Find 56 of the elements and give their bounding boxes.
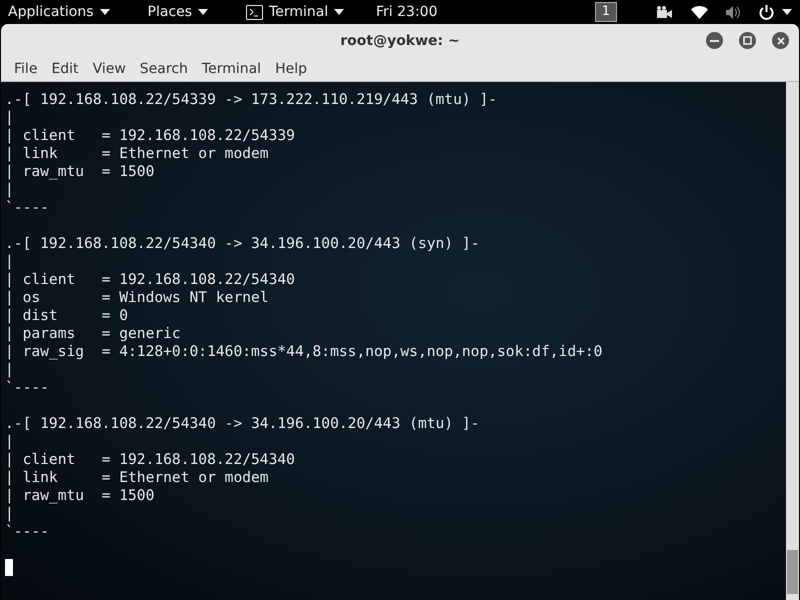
text-cursor (5, 559, 13, 576)
terminal-line: | raw_mtu = 1500 (5, 487, 156, 505)
terminal-line: | client = 192.168.108.22/54340 (5, 271, 296, 289)
menu-item[interactable]: View (88, 59, 131, 80)
minimize-button[interactable] (706, 32, 723, 49)
top-bar-menu[interactable]: Places (148, 2, 208, 22)
close-button[interactable] (772, 32, 789, 49)
menu-item[interactable]: File (9, 59, 42, 80)
terminal-line: | (5, 433, 15, 451)
terminal-line: | (5, 109, 15, 127)
terminal-line: | (5, 253, 15, 271)
maximize-button[interactable] (739, 32, 756, 49)
terminal-line: | dist = 0 (5, 307, 130, 325)
menu-item[interactable]: Terminal (196, 59, 266, 80)
caret-icon (100, 9, 110, 15)
terminal-line: | raw_mtu = 1500 (5, 163, 156, 181)
clock[interactable]: Fri 23:00 (376, 2, 438, 22)
close-icon (776, 36, 784, 44)
terminal-line: | os = Windows NT kernel (5, 289, 270, 307)
terminal-line: | link = Ethernet or modem (5, 469, 270, 487)
caret-icon (334, 9, 344, 15)
workspace-indicator[interactable]: 1 (594, 2, 617, 22)
minimize-icon (710, 40, 719, 42)
camera-icon (657, 6, 673, 18)
menu-item[interactable]: Search (134, 59, 193, 80)
terminal-line: | raw_sig = 4:128+0:0:1460:mss*44,8:mss,nop,ws,nop,nop,sok:df,id+:0 (5, 343, 604, 361)
scrollbar[interactable] (786, 82, 799, 600)
terminal-line: | link = Ethernet or modem (5, 145, 270, 163)
volume-icon (726, 6, 741, 18)
menu-label: Terminal (269, 2, 328, 22)
menu-item[interactable]: Help (270, 59, 312, 80)
menu-label: Applications (8, 2, 94, 22)
maximize-icon (743, 36, 752, 45)
top-bar-menu[interactable]: Terminal (246, 2, 344, 22)
caret-icon (198, 9, 208, 15)
terminal-line: | (5, 361, 15, 379)
terminal-line: `---- (5, 523, 50, 541)
terminal-line: | (5, 181, 15, 199)
power-icon (759, 4, 774, 20)
window-title: root@yokwe: ~ (340, 32, 460, 50)
terminal-line: .-[ 192.168.108.22/54340 -> 34.196.100.20/443 (syn) ]- (5, 235, 480, 253)
terminal-line: .-[ 192.168.108.22/54339 -> 173.222.110.219/443 (mtu) ]- (5, 91, 498, 109)
terminal-line: | (5, 505, 15, 523)
top-bar-menu[interactable]: Applications (8, 2, 110, 22)
caret-icon (782, 9, 792, 15)
menu-item[interactable]: Edit (46, 59, 84, 80)
wifi-icon (691, 5, 708, 19)
terminal-line: .-[ 192.168.108.22/54340 -> 34.196.100.20/443 (mtu) ]- (5, 415, 480, 433)
terminal-line: | params = generic (5, 325, 182, 343)
scrollbar-thumb[interactable] (787, 550, 798, 594)
menu-label: Places (148, 2, 192, 22)
terminal-line: `---- (5, 379, 50, 397)
terminal-line: `---- (5, 199, 50, 217)
terminal-line: | client = 192.168.108.22/54339 (5, 127, 296, 145)
terminal-line: | client = 192.168.108.22/54340 (5, 451, 296, 469)
terminal-icon (246, 4, 264, 20)
